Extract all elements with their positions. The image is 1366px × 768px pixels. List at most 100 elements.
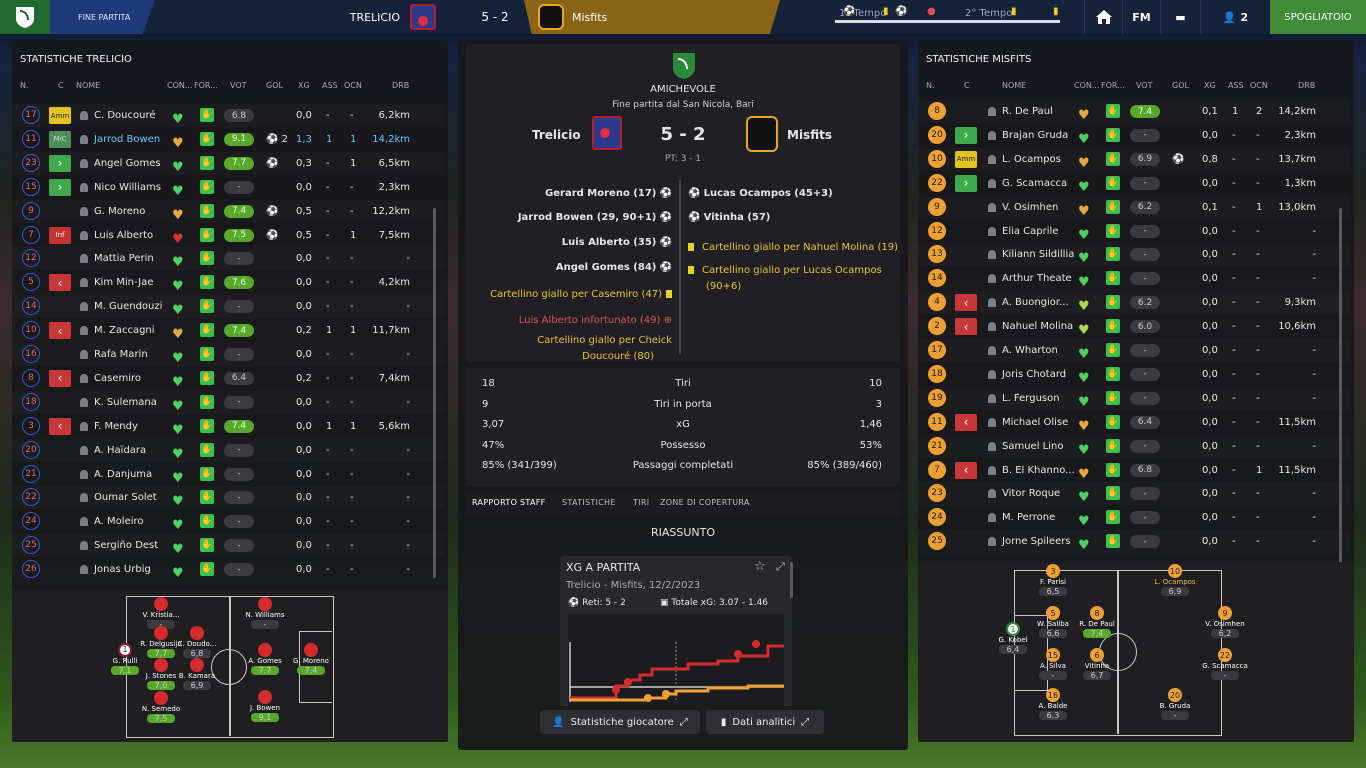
pitch-player[interactable]: 8 R. De Paul 7,4 bbox=[1070, 606, 1124, 638]
tab-zone-di-copertura[interactable]: ZONE DI COPERTURA bbox=[660, 498, 750, 507]
col-drb[interactable]: DRB bbox=[1298, 81, 1315, 90]
player-name[interactable]: C. Doucouré bbox=[94, 104, 156, 127]
analytics-button[interactable]: ▮ Dati analitici ⤢ bbox=[706, 710, 824, 734]
player-name[interactable]: A. Danjuma bbox=[94, 463, 152, 486]
pitch-player[interactable]: C. Doudo... 6,8 bbox=[170, 626, 224, 658]
player-name[interactable]: Michael Olise bbox=[1002, 411, 1068, 434]
stats-row[interactable]: 2 ‹ Nahuel Molina ♥ ✋ 6.0 0,0- -10,6km bbox=[918, 315, 1350, 338]
player-name[interactable]: K. Sulemana bbox=[94, 391, 157, 414]
player-name[interactable]: Nahuel Molina bbox=[1002, 315, 1073, 338]
stats-row[interactable]: 8 R. De Paul ♥ ✋ 7.4 0,1 1 2 14,2km bbox=[918, 100, 1350, 123]
player-stats-button[interactable]: 👤 Statistiche giocatore ⤢ bbox=[540, 710, 700, 734]
col-gol[interactable]: GOL bbox=[266, 81, 283, 90]
pitch-player[interactable]: 20 B. Gruda - bbox=[1148, 688, 1202, 720]
player-name[interactable]: L. Ocampos bbox=[1002, 148, 1061, 171]
stats-row[interactable]: 5 ‹ Kim Min-Jae ♥ ✋ 7.6 0,0- -4,2km bbox=[12, 271, 444, 294]
player-name[interactable]: Mattia Perin bbox=[94, 247, 154, 270]
stats-row[interactable]: 17 Amm C. Doucouré ♥ ✋ 6.8 0,0- -6,2km bbox=[12, 104, 444, 127]
player-name[interactable]: R. De Paul bbox=[1002, 100, 1053, 123]
col-name[interactable]: NOME bbox=[1002, 81, 1026, 90]
user-count-button[interactable]: 👤 2 bbox=[1200, 0, 1270, 34]
stats-row[interactable]: 14 Arthur Theate ♥ ✋ -0,0- - - bbox=[918, 267, 1350, 290]
pitch-player[interactable]: 9 V. Osimhen 6,2 bbox=[1198, 606, 1252, 638]
player-name[interactable]: M. Zaccagni bbox=[94, 319, 155, 342]
player-name[interactable]: Vitor Roque bbox=[1002, 482, 1060, 505]
col-ocn[interactable]: OCN bbox=[1250, 81, 1268, 90]
pitch-player[interactable]: 6 Vitinha 6,7 bbox=[1070, 648, 1124, 680]
player-name[interactable]: F. Mendy bbox=[94, 415, 138, 438]
stats-row[interactable]: 25 Jorne Spileers ♥ ✋ -0,0- - - bbox=[918, 530, 1350, 553]
player-name[interactable]: B. El Khanno... bbox=[1002, 459, 1075, 482]
spogliatoio-button[interactable]: SPOGLIATOIO bbox=[1270, 0, 1366, 34]
player-name[interactable]: G. Moreno bbox=[94, 200, 145, 223]
star-icon[interactable]: ☆ bbox=[754, 559, 766, 574]
player-name[interactable]: A. Haïdara bbox=[94, 439, 146, 462]
stats-row[interactable]: 11 MiC Jarrod Bowen ♥ ✋ 9.1 ⚽ 2 1,3 1 1 14,2km bbox=[12, 128, 444, 151]
player-name[interactable]: Nico Williams bbox=[94, 176, 161, 199]
player-name[interactable]: Angel Gomes bbox=[94, 152, 161, 175]
player-name[interactable]: Jarrod Bowen bbox=[94, 128, 160, 151]
away-team-header[interactable]: Misfits bbox=[524, 0, 780, 34]
stats-row[interactable]: 23 › Angel Gomes ♥ ✋ 7.7 ⚽ 0,3-1 6,5km bbox=[12, 152, 444, 175]
pitch-player[interactable]: 10 L. Ocampos 6,9 bbox=[1148, 564, 1202, 596]
col-n[interactable]: N. bbox=[926, 81, 935, 90]
stats-row[interactable]: 22 › G. Scamacca ♥ ✋ -0,0- -1,3km bbox=[918, 172, 1350, 195]
player-name[interactable]: Samuel Lino bbox=[1002, 435, 1063, 458]
col-xg[interactable]: XG bbox=[1204, 81, 1216, 90]
match-timeline[interactable]: 1° Tempo 2° Tempo ⚽ ▮ ⚽ ● ▮ ▮ bbox=[835, 6, 1060, 28]
col-con[interactable]: CON... bbox=[1074, 81, 1100, 90]
col-ocn[interactable]: OCN bbox=[344, 81, 362, 90]
player-name[interactable]: Oumar Solet bbox=[94, 486, 157, 509]
col-for[interactable]: FOR... bbox=[1101, 81, 1125, 90]
stats-row[interactable]: 24 M. Perrone ♥ ✋ -0,0- - - bbox=[918, 506, 1350, 529]
player-name[interactable]: A. Wharton bbox=[1002, 339, 1058, 362]
stats-row[interactable]: 22 Oumar Solet ♥ ✋ -0,0- - - bbox=[12, 486, 444, 509]
stats-row[interactable]: 12 Mattia Perin ♥ ✋ -0,0- - - bbox=[12, 247, 444, 270]
stats-row[interactable]: 14 M. Guendouzi ♥ ✋ -0,0- - - bbox=[12, 295, 444, 318]
stats-row[interactable]: 10 Amm L. Ocampos ♥ ✋ 6.9 ⚽ 0,8- -13,7km bbox=[918, 148, 1350, 171]
stats-row[interactable]: 16 Rafa Marin ♥ ✋ -0,0- - - bbox=[12, 343, 444, 366]
player-name[interactable]: Brajan Gruda bbox=[1002, 124, 1068, 147]
player-name[interactable]: Sergiño Dest bbox=[94, 534, 158, 557]
player-name[interactable]: A. Buongior... bbox=[1002, 291, 1069, 314]
player-name[interactable]: Rafa Marin bbox=[94, 343, 148, 366]
tab-tiri[interactable]: TIRI bbox=[633, 498, 649, 507]
col-drb[interactable]: DRB bbox=[392, 81, 409, 90]
player-name[interactable]: M. Perrone bbox=[1002, 506, 1055, 529]
stats-row[interactable]: 20 › Brajan Gruda ♥ ✋ -0,0- -2,3km bbox=[918, 124, 1350, 147]
stats-row[interactable]: 13 Kiliann Sildillia ♥ ✋ -0,0- - - bbox=[918, 243, 1350, 266]
bus-icon[interactable]: ▬ bbox=[1160, 0, 1200, 34]
competition-logo-icon[interactable] bbox=[0, 0, 50, 34]
pitch-player[interactable]: 16 A. Balde 6,3 bbox=[1026, 688, 1080, 720]
pitch-player[interactable]: 3 F. Parisi 6,5 bbox=[1026, 564, 1080, 596]
stats-row[interactable]: 9 V. Osimhen ♥ ✋ 6.2 0,1-1 13,0km bbox=[918, 196, 1350, 219]
away-stats-scrollbar[interactable] bbox=[1339, 208, 1342, 578]
player-name[interactable]: Arthur Theate bbox=[1002, 267, 1072, 290]
col-vot[interactable]: VOT bbox=[230, 81, 247, 90]
player-name[interactable]: M. Guendouzi bbox=[94, 295, 162, 318]
player-name[interactable]: Elia Caprile bbox=[1002, 220, 1058, 243]
col-c[interactable]: C bbox=[58, 81, 64, 90]
pitch-player[interactable]: 22 G. Scamacca - bbox=[1198, 648, 1252, 680]
player-name[interactable]: Joris Chotard bbox=[1002, 363, 1066, 386]
fm-logo-button[interactable]: FM bbox=[1122, 0, 1160, 34]
player-name[interactable]: Jorne Spileers bbox=[1002, 530, 1071, 553]
player-name[interactable]: V. Osimhen bbox=[1002, 196, 1058, 219]
stats-row[interactable]: 7 ‹ B. El Khanno... ♥ ✋ 6.8 0,0-1 11,5km bbox=[918, 459, 1350, 482]
col-vot[interactable]: VOT bbox=[1136, 81, 1153, 90]
stats-row[interactable]: 18 Joris Chotard ♥ ✋ -0,0- - - bbox=[918, 363, 1350, 386]
player-name[interactable]: G. Scamacca bbox=[1002, 172, 1067, 195]
card-scrollbar[interactable] bbox=[790, 562, 793, 598]
player-name[interactable]: Kim Min-Jae bbox=[94, 271, 153, 294]
col-name[interactable]: NOME bbox=[76, 81, 100, 90]
col-con[interactable]: CON... bbox=[167, 81, 193, 90]
tab-statistiche[interactable]: STATISTICHE bbox=[562, 498, 616, 507]
col-for[interactable]: FOR... bbox=[194, 81, 218, 90]
pitch-player[interactable]: J. Bowen 9,1 bbox=[238, 690, 292, 722]
home-team-header[interactable]: TRELICIO bbox=[300, 0, 440, 34]
stats-row[interactable]: 10 ‹ M. Zaccagni ♥ ✋ 7.4 0,2 1 1 11,7km bbox=[12, 319, 444, 342]
tab-rapporto-staff[interactable]: RAPPORTO STAFF bbox=[472, 498, 546, 507]
stats-row[interactable]: 7 Inf Luis Alberto ♥ ✋ 7.5 ⚽ 0,5-1 7,5km bbox=[12, 224, 444, 247]
pitch-player[interactable]: N. Semedo 7,5 bbox=[134, 691, 188, 723]
player-name[interactable]: Jonas Urbig bbox=[94, 558, 151, 581]
